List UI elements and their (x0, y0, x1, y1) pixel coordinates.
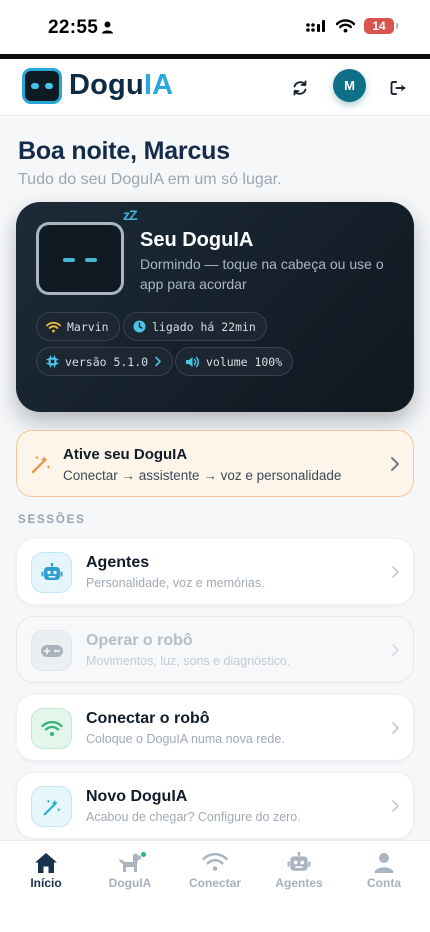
speaker-icon (186, 356, 199, 367)
tab-conectar[interactable]: Conectar (172, 841, 258, 901)
clock-icon (133, 320, 146, 333)
sleep-indicator: zZ (123, 207, 138, 223)
bottom-tab-bar: Início DoguIA Conectar Agentes Conta (0, 840, 430, 932)
volume-chip: volume 100% (175, 347, 294, 376)
wifi-icon (202, 852, 228, 871)
session-title: Agentes (86, 554, 150, 571)
session-conectar-robo[interactable]: Conectar o robô Coloque o DoguIA numa no… (16, 694, 414, 761)
robot-status-card[interactable]: zZ Seu DoguIA Dormindo — toque na cabeça… (16, 202, 414, 412)
session-icon-box (31, 552, 72, 593)
session-novo-doguia[interactable]: Novo DoguIA Acabou de chegar? Configure … (16, 772, 414, 839)
magic-wand-icon (43, 798, 61, 815)
tab-label: Agentes (275, 876, 323, 890)
activate-robot-card[interactable]: Ative seu DoguIA Conectar → assistente →… (16, 430, 414, 497)
brand-logo (22, 68, 62, 104)
session-operar-robo[interactable]: Operar o robô Movimentos, luz, sons e di… (16, 616, 414, 683)
user-icon (374, 853, 394, 873)
chevron-right-icon (392, 722, 399, 734)
session-title: Conectar o robô (86, 710, 210, 727)
refresh-icon[interactable] (290, 78, 310, 98)
status-indicators: 14 (305, 18, 398, 34)
session-subtitle: Acabou de chegar? Configure do zero. (86, 810, 301, 824)
magic-wand-icon (31, 455, 51, 474)
dog-icon (119, 853, 141, 872)
robot-eye-right (85, 258, 97, 262)
session-icon-box (31, 708, 72, 749)
session-icon-box (31, 630, 72, 671)
wifi-status-icon (336, 19, 355, 33)
activate-card-subtitle: Conectar → assistente → voz e personalid… (63, 468, 342, 483)
app-header: DoguIA M (0, 59, 430, 116)
logo-eye-left (31, 83, 39, 89)
greeting-subtitle: Tudo do seu DoguIA em um só lugar. (18, 171, 282, 188)
chevron-right-icon (155, 356, 161, 367)
version-text: versão 5.1.0 (65, 354, 149, 369)
gamepad-icon (40, 644, 63, 657)
person-icon (102, 21, 113, 34)
session-subtitle: Personalidade, voz e memórias. (86, 576, 265, 590)
wifi-icon (40, 721, 63, 736)
status-time: 22:55 (48, 17, 99, 38)
chevron-right-icon (392, 644, 399, 656)
wifi-network-name: Marvin (67, 319, 109, 334)
uptime-text: ligado há 22min (152, 319, 256, 334)
tab-label: Conta (367, 876, 401, 890)
session-icon-box (31, 786, 72, 827)
robot-face[interactable] (36, 222, 124, 295)
tab-doguia[interactable]: DoguIA (87, 841, 173, 901)
tab-inicio[interactable]: Início (3, 841, 89, 901)
logout-icon[interactable] (388, 78, 408, 98)
chevron-right-icon (392, 566, 399, 578)
home-icon (35, 853, 57, 873)
sessions-section-label: SESSÕES (18, 514, 86, 526)
robot-icon (41, 562, 62, 580)
wifi-icon (46, 321, 61, 332)
tab-conta[interactable]: Conta (341, 841, 427, 901)
robot-card-title: Seu DoguIA (140, 229, 254, 251)
wifi-network-chip: Marvin (36, 312, 120, 341)
session-agentes[interactable]: Agentes Personalidade, voz e memórias. (16, 538, 414, 605)
online-status-dot (141, 852, 146, 857)
brand-name: DoguIA (69, 69, 174, 101)
tab-label: Conectar (188, 876, 241, 890)
robot-card-description: Dormindo — toque na cabeça ou use o app … (140, 256, 384, 292)
robot-icon (287, 852, 311, 871)
version-chip[interactable]: versão 5.1.0 (36, 347, 174, 376)
chip-cpu-icon (46, 355, 59, 368)
session-title: Novo DoguIA (86, 788, 188, 805)
greeting-title: Boa noite, Marcus (18, 137, 230, 165)
activate-card-title: Ative seu DoguIA (63, 446, 188, 463)
tab-label: Início (30, 876, 62, 890)
battery-indicator: 14 (364, 18, 398, 34)
tab-label: DoguIA (108, 876, 152, 890)
logo-eye-right (45, 83, 53, 89)
session-subtitle: Movimentos, luz, sons e diagnóstico. (86, 654, 291, 668)
robot-eye-left (63, 258, 75, 262)
chevron-right-icon (391, 457, 399, 471)
volume-text: volume 100% (206, 354, 283, 369)
user-avatar[interactable]: M (333, 69, 366, 102)
chevron-right-icon (392, 800, 399, 812)
tab-agentes[interactable]: Agentes (256, 841, 342, 901)
status-bar: 22:55 14 (0, 0, 430, 54)
uptime-chip: ligado há 22min (123, 312, 267, 341)
session-title: Operar o robô (86, 632, 193, 649)
cellular-signal-icon (306, 20, 325, 32)
session-subtitle: Coloque o DoguIA numa nova rede. (86, 732, 285, 746)
